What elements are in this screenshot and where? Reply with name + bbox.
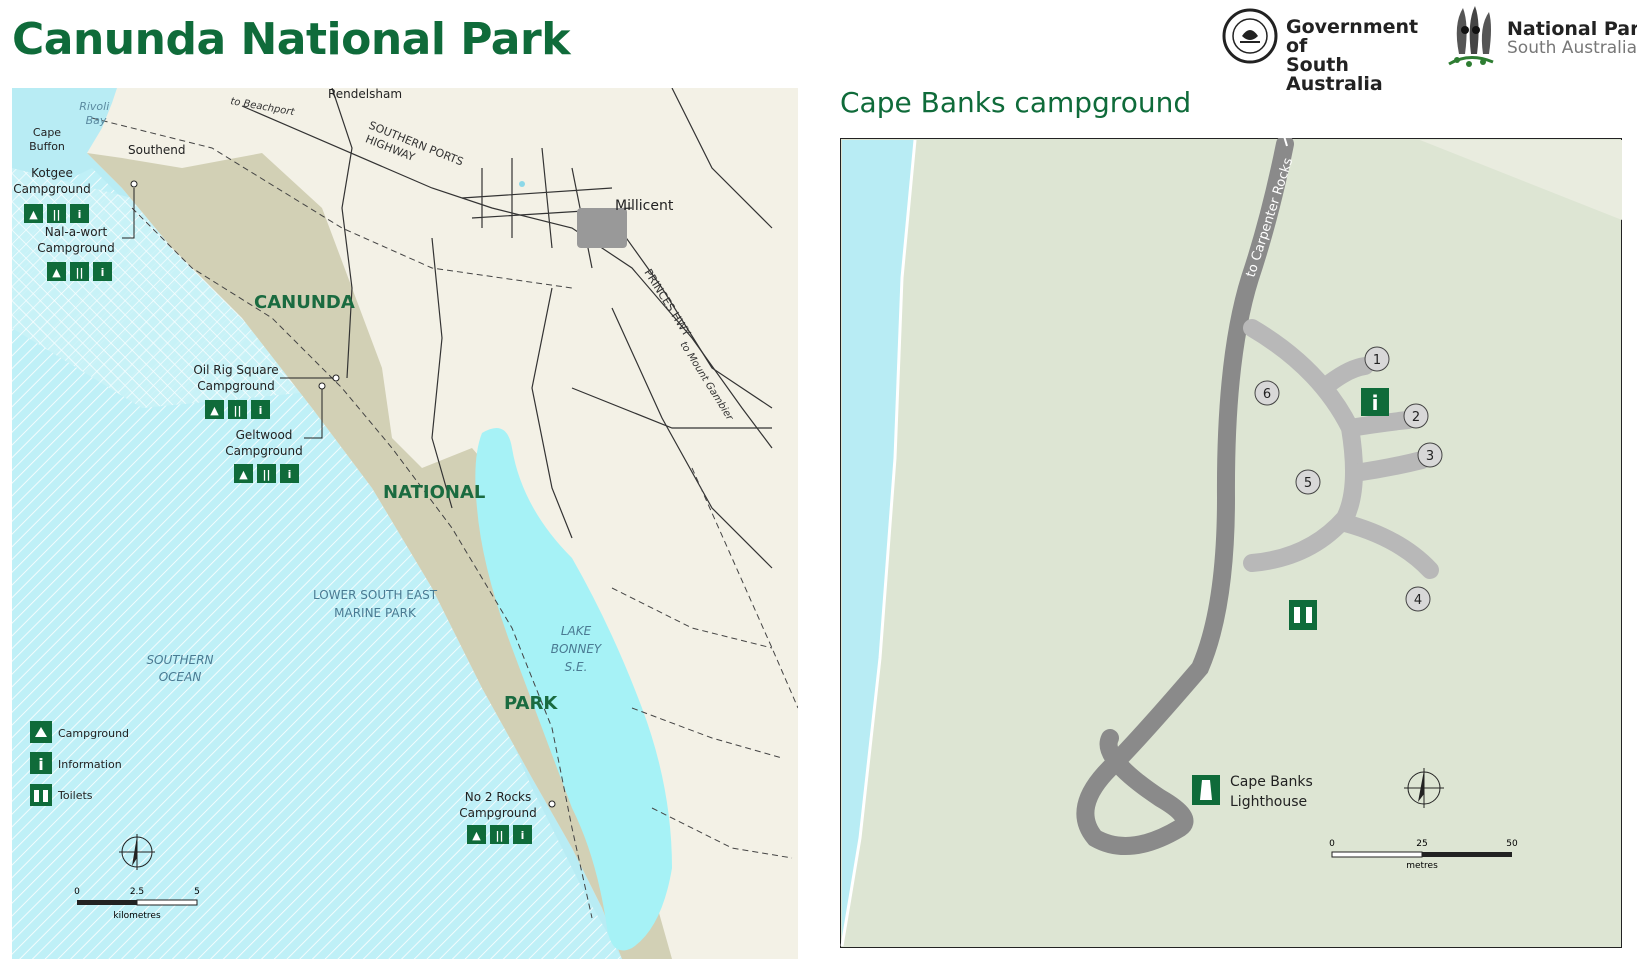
svg-text:||: || xyxy=(495,829,503,842)
svg-text:||: || xyxy=(52,208,60,221)
svg-text:i: i xyxy=(78,208,82,221)
facility-icons: ▲ || i xyxy=(467,825,532,844)
svg-text:||: || xyxy=(233,404,241,417)
legend-toilets-label: Toilets xyxy=(57,789,93,802)
toilets-icon xyxy=(1289,600,1317,630)
svg-text:5: 5 xyxy=(194,887,200,897)
svg-text:▲: ▲ xyxy=(210,404,219,417)
government-logo-line2: South Australia xyxy=(1286,54,1383,95)
town-millicent: Millicent xyxy=(615,198,674,214)
park-name-park: PARK xyxy=(504,693,558,714)
campsite-number: 3 xyxy=(1426,449,1434,464)
lighthouse-icon xyxy=(1192,775,1220,805)
facility-icons: ▲ || i xyxy=(205,400,270,419)
legend-information-label: Information xyxy=(58,758,122,771)
millicent-town xyxy=(577,208,627,248)
svg-text:i: i xyxy=(521,829,525,842)
town-southend: Southend xyxy=(128,143,185,157)
rivoli-bay-label: Rivoli xyxy=(79,100,109,113)
svg-text:||: || xyxy=(262,468,270,481)
overview-map: Rivoli Bay Rendelsham Southend Millicent… xyxy=(12,88,798,959)
toilets-icon xyxy=(30,784,52,806)
svg-text:50: 50 xyxy=(1506,839,1518,849)
svg-text:i: i xyxy=(1372,391,1379,415)
campsite-number: 4 xyxy=(1414,593,1422,608)
svg-text:||: || xyxy=(75,266,83,279)
campsite-6[interactable]: 6 xyxy=(1254,380,1280,406)
svg-text:25: 25 xyxy=(1416,839,1427,849)
legend-campground-label: Campground xyxy=(58,727,129,740)
government-seal-icon xyxy=(1222,8,1278,64)
svg-text:▲: ▲ xyxy=(472,829,481,842)
campsite-number: 5 xyxy=(1304,476,1312,491)
facility-icons: ▲ || i xyxy=(24,204,89,223)
campsite-1[interactable]: 1 xyxy=(1364,346,1390,372)
page-title: Canunda National Park xyxy=(12,14,570,65)
facility-icons: ▲ || i xyxy=(47,262,112,281)
campsite-2[interactable]: 2 xyxy=(1403,403,1429,429)
park-name-canunda: CANUNDA xyxy=(254,292,355,313)
svg-text:i: i xyxy=(259,404,263,417)
svg-text:0: 0 xyxy=(1329,839,1335,849)
national-parks-emblem-icon xyxy=(1448,6,1494,67)
campsite-number: 6 xyxy=(1263,387,1271,402)
parks-logo-line1: National Parks xyxy=(1507,18,1637,40)
svg-text:i: i xyxy=(38,755,43,774)
svg-text:i: i xyxy=(101,266,105,279)
cape-buffon-label: Cape Buffon xyxy=(29,126,65,153)
information-icon: i xyxy=(1361,388,1389,416)
campsite-number: 1 xyxy=(1373,353,1381,368)
park-name-national: NATIONAL xyxy=(383,482,485,503)
svg-text:i: i xyxy=(288,468,292,481)
campsite-5[interactable]: 5 xyxy=(1295,469,1321,495)
detail-map: to Carpenter Rocks 123456 i Cape Banks L… xyxy=(840,138,1622,948)
svg-text:2.5: 2.5 xyxy=(130,887,144,897)
svg-text:▲: ▲ xyxy=(52,266,61,279)
detail-map-title: Cape Banks campground xyxy=(840,86,1192,119)
campsite-number: 2 xyxy=(1412,410,1420,425)
campsite-4[interactable]: 4 xyxy=(1405,586,1431,612)
town-rendelsham: Rendelsham xyxy=(328,88,402,101)
government-logo-line1: Government of xyxy=(1286,16,1419,57)
svg-text:kilometres: kilometres xyxy=(113,911,161,921)
svg-text:0: 0 xyxy=(74,887,80,897)
svg-text:▲: ▲ xyxy=(239,468,248,481)
government-sa-logo: Government of South Australia xyxy=(1222,8,1422,94)
svg-text:▲: ▲ xyxy=(29,208,38,221)
facility-icons: ▲ || i xyxy=(234,464,299,483)
parks-logo-line2: South Australia xyxy=(1507,38,1637,58)
national-parks-sa-logo: National Parks South Australia xyxy=(1445,4,1637,74)
campsite-3[interactable]: 3 xyxy=(1417,442,1443,468)
svg-text:metres: metres xyxy=(1406,861,1438,871)
